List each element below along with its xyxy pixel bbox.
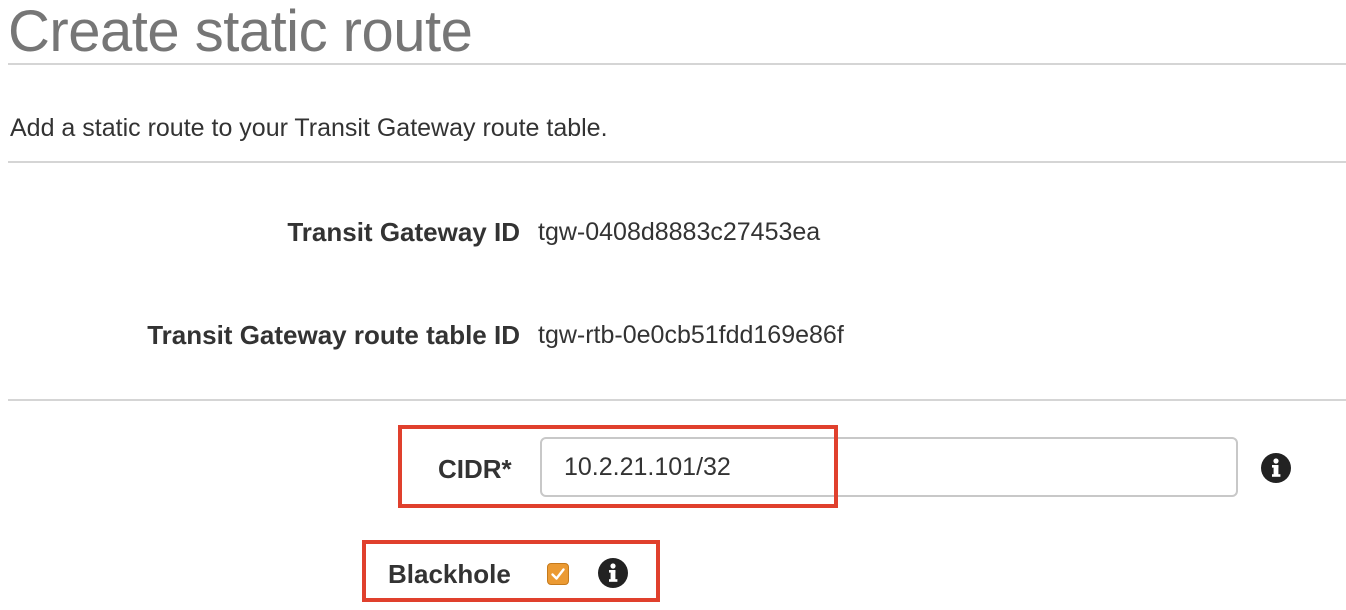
transit-gateway-id-row: Transit Gateway ID tgw-0408d8883c27453ea	[0, 212, 1346, 252]
info-icon[interactable]	[597, 557, 629, 589]
cidr-input[interactable]	[540, 437, 1238, 497]
details-divider	[8, 399, 1346, 401]
cidr-label: CIDR*	[438, 454, 512, 484]
blackhole-label: Blackhole	[388, 559, 511, 589]
route-table-id-value: tgw-rtb-0e0cb51fdd169e86f	[538, 321, 844, 349]
transit-gateway-id-label: Transit Gateway ID	[287, 217, 520, 247]
route-table-id-row: Transit Gateway route table ID tgw-rtb-0…	[0, 315, 1346, 355]
description-divider	[8, 161, 1346, 163]
check-icon	[551, 568, 565, 580]
blackhole-checkbox[interactable]	[547, 563, 569, 585]
page-description: Add a static route to your Transit Gatew…	[10, 114, 608, 142]
title-divider	[8, 63, 1346, 65]
transit-gateway-id-value: tgw-0408d8883c27453ea	[538, 218, 821, 246]
route-table-id-label: Transit Gateway route table ID	[147, 320, 520, 350]
info-icon[interactable]	[1260, 452, 1292, 484]
page-title: Create static route	[8, 0, 473, 64]
